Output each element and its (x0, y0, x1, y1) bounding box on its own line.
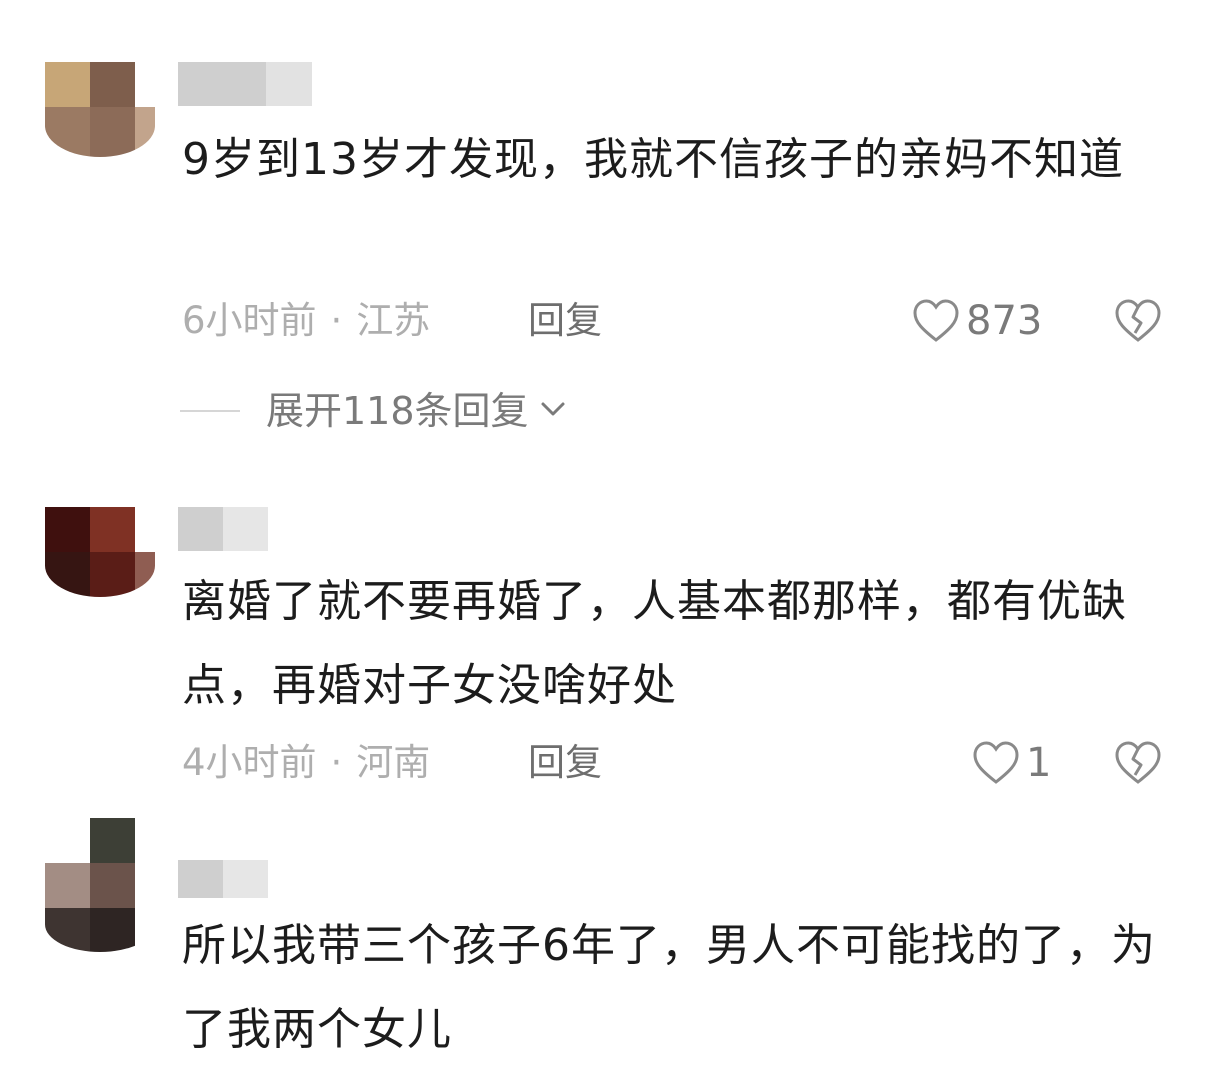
avatar[interactable] (45, 62, 155, 157)
like-count: 873 (966, 298, 1043, 344)
dislike-button[interactable] (1114, 740, 1162, 790)
dislike-button[interactable] (1114, 298, 1162, 348)
expand-replies-label: 展开118条回复 (266, 389, 529, 433)
comment-text: 9岁到13岁才发现，我就不信孩子的亲妈不知道 (182, 134, 1124, 185)
comment-time: 4小时前 (182, 741, 317, 784)
like-button[interactable]: 873 (912, 298, 1042, 344)
comment-meta: 6小时前 · 江苏 (182, 298, 430, 344)
comment-location: 江苏 (356, 299, 431, 342)
broken-heart-icon (1114, 299, 1162, 348)
username-redacted[interactable] (178, 507, 268, 551)
chevron-down-icon (529, 399, 567, 423)
expand-divider (180, 410, 240, 412)
heart-outline-icon (912, 298, 960, 344)
like-count: 1 (1026, 740, 1052, 786)
separator-dot: · (330, 741, 343, 784)
comment-text: 所以我带三个孩子6年了，男人不可能找的了，为了我两个女儿 (182, 920, 1156, 1055)
comment-text: 离婚了就不要再婚了，人基本都那样，都有优缺点，再婚对子女没啥好处 (182, 576, 1127, 711)
expand-replies-button[interactable]: 展开118条回复 (180, 388, 567, 434)
comment-time: 6小时前 (182, 299, 317, 342)
broken-heart-icon (1114, 741, 1162, 790)
reply-button[interactable]: 回复 (528, 298, 602, 344)
like-button[interactable]: 1 (972, 740, 1051, 786)
separator-dot: · (330, 299, 343, 342)
reply-button[interactable]: 回复 (528, 740, 602, 786)
comment-location: 河南 (356, 741, 431, 784)
username-redacted[interactable] (178, 62, 312, 106)
avatar[interactable] (45, 818, 155, 952)
heart-outline-icon (972, 740, 1020, 786)
avatar[interactable] (45, 507, 155, 597)
comment-meta: 4小时前 · 河南 (182, 740, 430, 786)
username-redacted[interactable] (178, 860, 268, 898)
